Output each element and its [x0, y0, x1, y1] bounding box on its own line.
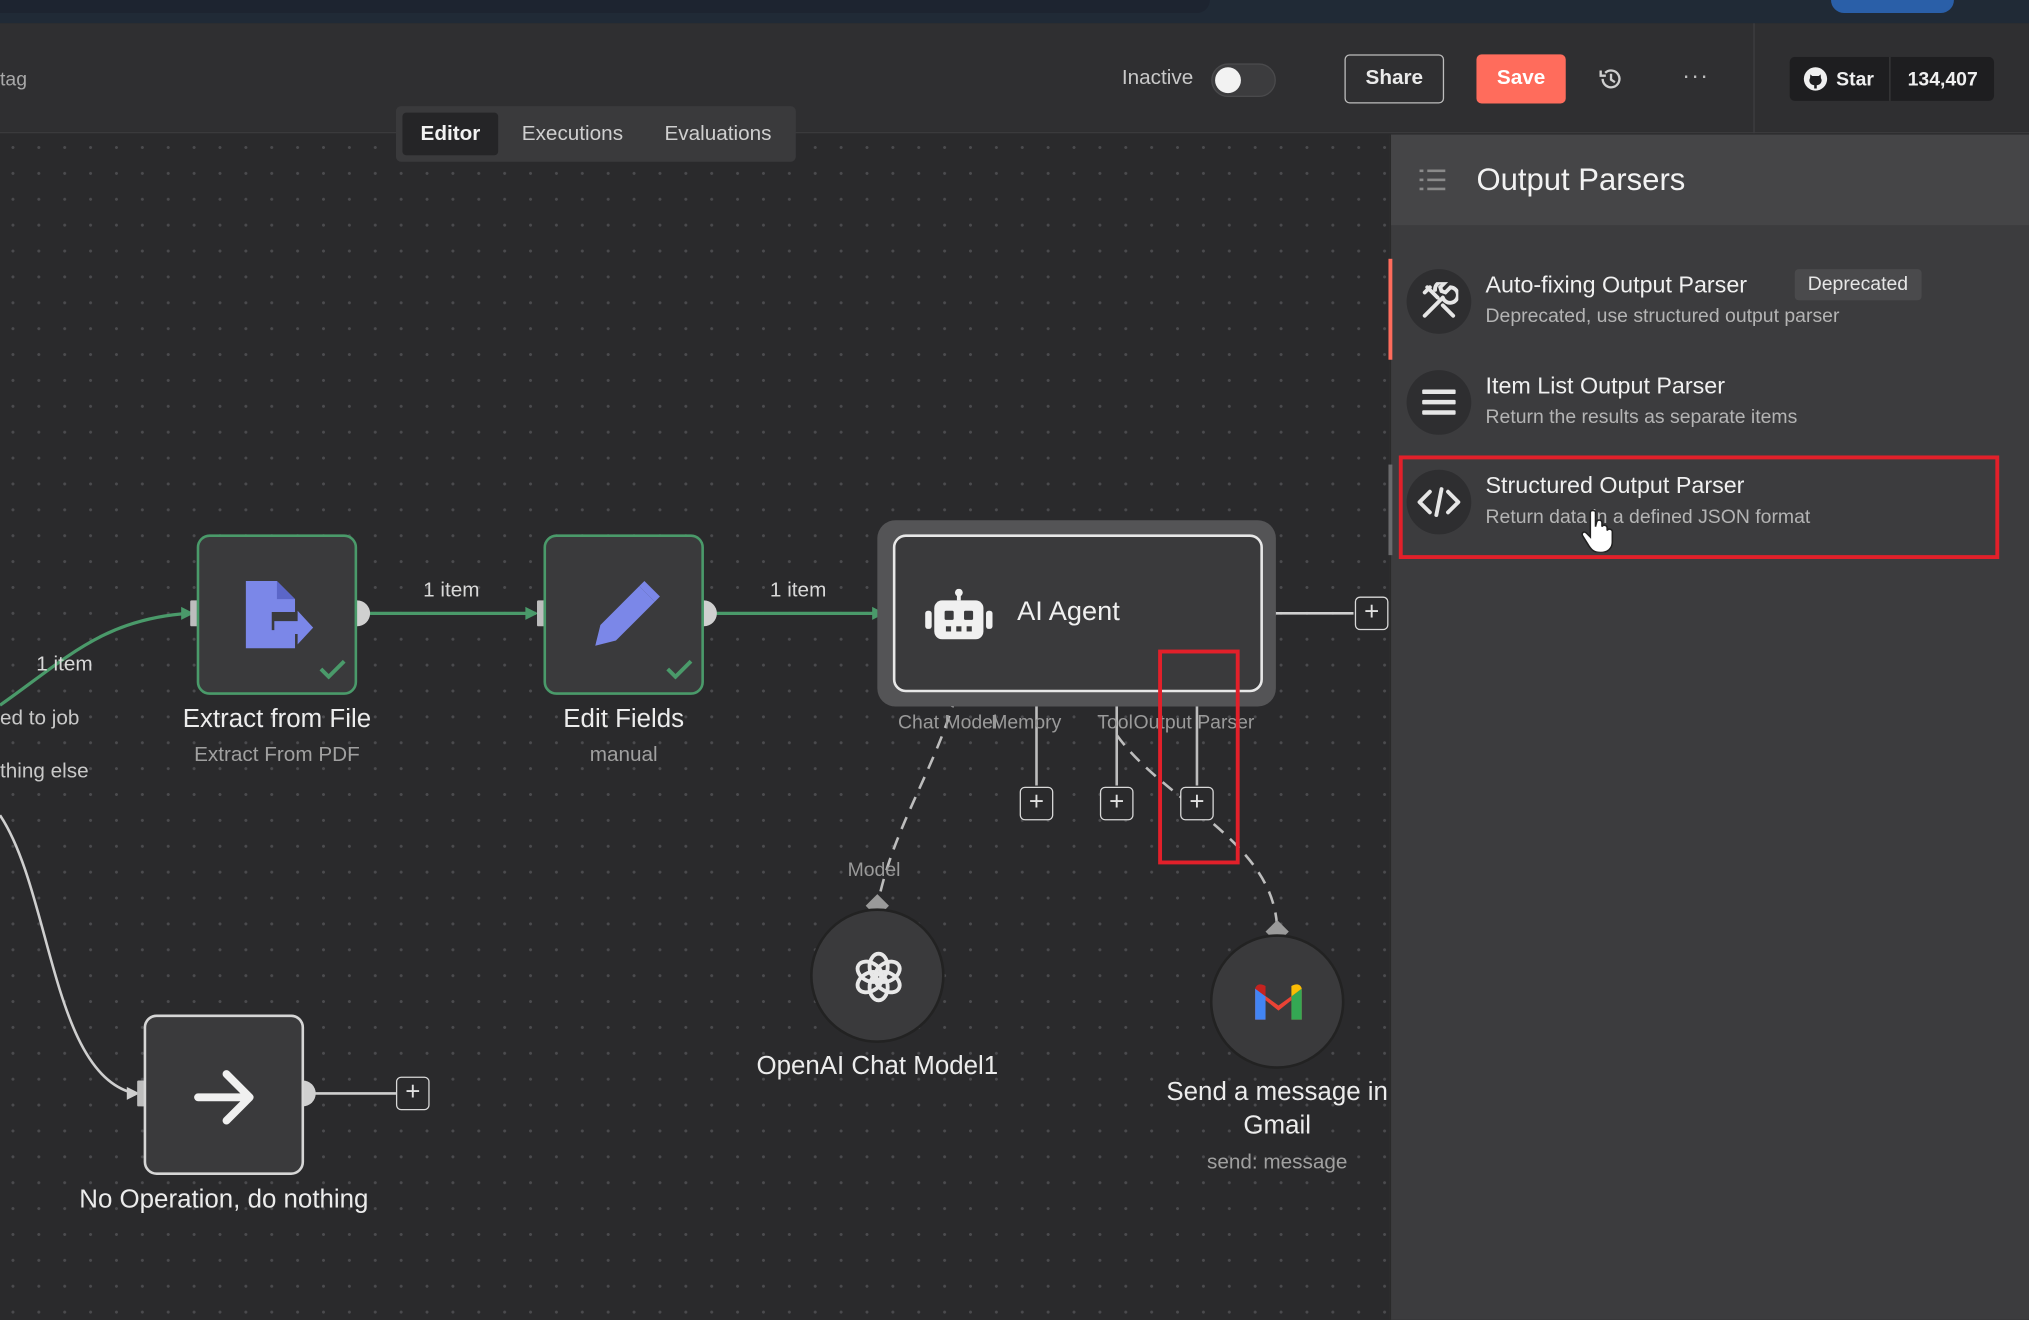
gmail-icon: [1255, 984, 1302, 1020]
arrow-right-icon: [194, 1070, 254, 1125]
list-menu-icon: [1419, 169, 1446, 191]
node-subtitle: send: message: [1206, 1151, 1348, 1174]
list-icon: [1406, 370, 1472, 435]
node-extract-from-file[interactable]: [196, 534, 358, 695]
port-label-memory: Memory: [991, 711, 1062, 734]
add-memory-plus-button[interactable]: +: [1019, 786, 1054, 821]
success-check-icon: [319, 659, 346, 680]
openai-icon: [855, 951, 902, 1003]
node-subtitle-cut: thing else: [0, 760, 89, 783]
panel-header: Output Parsers: [1391, 134, 2029, 226]
node-openai-chat-model[interactable]: [810, 908, 945, 1043]
node-edit-fields[interactable]: [543, 534, 704, 695]
tag-link[interactable]: tag: [0, 69, 27, 91]
node-title: OpenAI Chat Model1: [756, 1052, 999, 1081]
panel-title: Output Parsers: [1476, 163, 1686, 198]
github-icon: [1803, 67, 1828, 91]
browser-chrome-strip: [0, 0, 2029, 24]
node-title: AI Agent: [1017, 596, 1120, 627]
github-star-count: 134,407: [1890, 56, 1995, 101]
tab-executions[interactable]: Executions: [504, 113, 642, 156]
save-button[interactable]: Save: [1476, 54, 1566, 104]
chrome-pill: [0, 0, 1210, 13]
github-star-label: Star: [1836, 67, 1874, 90]
node-gmail[interactable]: [1209, 934, 1345, 1069]
edge-label: 1 item: [423, 579, 480, 602]
port-label-tool: Tool: [1097, 711, 1133, 734]
share-button[interactable]: Share: [1344, 54, 1445, 104]
tab-evaluations[interactable]: Evaluations: [646, 113, 789, 156]
success-check-icon: [666, 659, 693, 680]
node-title: Send a message in: [1166, 1077, 1388, 1107]
node-subtitle: Extract From PDF: [194, 744, 360, 767]
workflow-canvas[interactable]: 1 item ed to job thing else Extract from…: [0, 134, 1390, 1320]
add-node-plus-button[interactable]: +: [395, 1076, 430, 1111]
editor-tabs: Editor Executions Evaluations: [395, 106, 797, 162]
add-tool-plus-button[interactable]: +: [1099, 786, 1134, 821]
file-extract-icon: [245, 581, 314, 649]
deprecated-badge: Deprecated: [1794, 269, 1922, 301]
parser-item-name: Item List Output Parser: [1485, 372, 1726, 399]
edge-label: 1 item: [769, 579, 827, 602]
port-label-chat-model: Chat Model: [898, 711, 998, 734]
add-node-plus-button[interactable]: +: [1354, 596, 1389, 631]
pencil-icon: [595, 581, 660, 646]
port-label-model: Model: [847, 859, 901, 882]
node-title: Gmail: [1243, 1111, 1311, 1141]
tools-icon: [1406, 269, 1472, 334]
active-toggle[interactable]: [1211, 63, 1276, 98]
node-subtitle: manual: [589, 744, 658, 767]
node-title: No Operation, do nothing: [79, 1185, 369, 1214]
parser-item-name: Auto-fixing Output Parser: [1485, 271, 1748, 298]
active-status-label: Inactive: [1121, 67, 1194, 90]
github-star-button[interactable]: Star: [1789, 56, 1891, 101]
history-icon[interactable]: [1598, 66, 1624, 92]
node-no-operation[interactable]: [143, 1014, 305, 1175]
highlight-output-parser-port: [1158, 649, 1240, 865]
parser-item-item-list[interactable]: Item List Output Parser Return the resul…: [1391, 357, 2029, 450]
parser-item-description: Deprecated, use structured output parser: [1485, 305, 1840, 328]
github-star-widget[interactable]: Star 134,407: [1789, 56, 1995, 101]
parser-item-auto-fixing[interactable]: Auto-fixing Output Parser Deprecated Dep…: [1388, 256, 2029, 360]
chrome-blue-button: [1831, 0, 1954, 13]
highlight-structured-output-parser: [1398, 455, 2000, 560]
parser-item-description: Return the results as separate items: [1485, 406, 1798, 429]
node-creator-panel: Output Parsers Auto-fixing Output Parser…: [1388, 134, 2029, 1320]
app-root: tag Inactive Share Save ··· Star 134,407: [0, 0, 2029, 1320]
node-title: Edit Fields: [563, 705, 685, 734]
node-title: Extract from File: [182, 705, 372, 734]
robot-icon: [925, 588, 993, 640]
toggle-knob: [1215, 67, 1241, 94]
more-options-icon[interactable]: ···: [1682, 62, 1709, 89]
header-divider: [1753, 23, 1755, 134]
tab-editor[interactable]: Editor: [402, 112, 499, 156]
node-subtitle-cut: ed to job: [0, 707, 80, 730]
workflow-header: tag Inactive Share Save ··· Star 134,407: [0, 23, 2029, 134]
edge-label-left: 1 item: [36, 653, 93, 676]
